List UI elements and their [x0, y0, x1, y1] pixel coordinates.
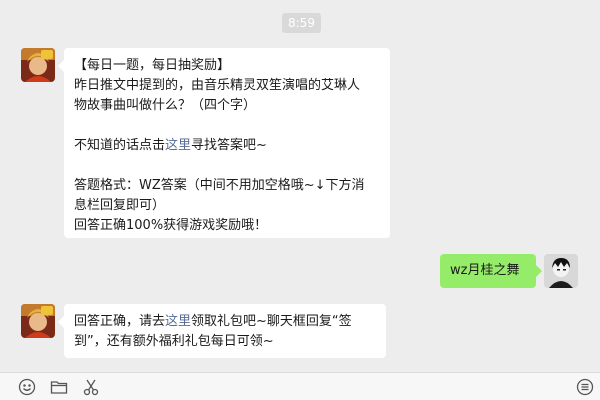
message-text: 息栏回复即可）: [74, 198, 166, 213]
outgoing-message-bubble[interactable]: wz月桂之舞: [440, 254, 542, 288]
user-avatar[interactable]: [544, 254, 578, 288]
bot-avatar[interactable]: [21, 48, 55, 82]
incoming-message-bubble[interactable]: 回答正确，请去这里领取礼包吧~聊天框回复“签 到”，还有额外福利礼包每日可领~: [58, 304, 386, 358]
message-text: 寻找答案吧~: [191, 138, 267, 153]
message-text: 物故事曲叫做什么？（四个字）: [74, 98, 257, 113]
message-text: 领取礼包吧~聊天框回复“签: [191, 314, 352, 329]
emoji-icon[interactable]: [18, 378, 36, 396]
menu-icon[interactable]: [576, 378, 594, 396]
answer-link[interactable]: 这里: [165, 138, 191, 153]
message-text: 不知道的话点击: [74, 138, 166, 153]
message-text: 【每日一题，每日抽奖励】: [74, 58, 231, 73]
message-text: 回答正确，请去: [74, 314, 166, 329]
timestamp: 8:59: [282, 13, 321, 33]
incoming-message-bubble[interactable]: 【每日一题，每日抽奖励】 昨日推文中提到的，由音乐精灵双笙演唱的艾琳人 物故事曲…: [58, 48, 390, 238]
message-text-with-link: 回答正确，请去这里领取礼包吧~聊天框回复“签: [74, 312, 376, 332]
bot-avatar[interactable]: [21, 304, 55, 338]
message-text: 答题格式：WZ答案（中间不用加空格哦~↓下方消: [74, 178, 365, 193]
scissors-icon[interactable]: [82, 378, 100, 396]
gift-link[interactable]: 这里: [165, 314, 191, 329]
message-text: 到”，还有额外福利礼包每日可领~: [74, 334, 274, 349]
message-text: 回答正确100%获得游戏奖励哦！: [74, 218, 268, 233]
input-toolbar: [0, 372, 600, 400]
message-text: wz月桂之舞: [450, 263, 520, 278]
message-text: 昨日推文中提到的，由音乐精灵双笙演唱的艾琳人: [74, 78, 361, 93]
message-text-with-link: 不知道的话点击这里寻找答案吧~: [74, 136, 380, 156]
folder-icon[interactable]: [50, 378, 68, 396]
chat-area: 8:59 【每日一题，每日抽奖励】 昨日推文中提到的，由音乐精灵双笙演唱的艾琳人…: [0, 0, 600, 372]
